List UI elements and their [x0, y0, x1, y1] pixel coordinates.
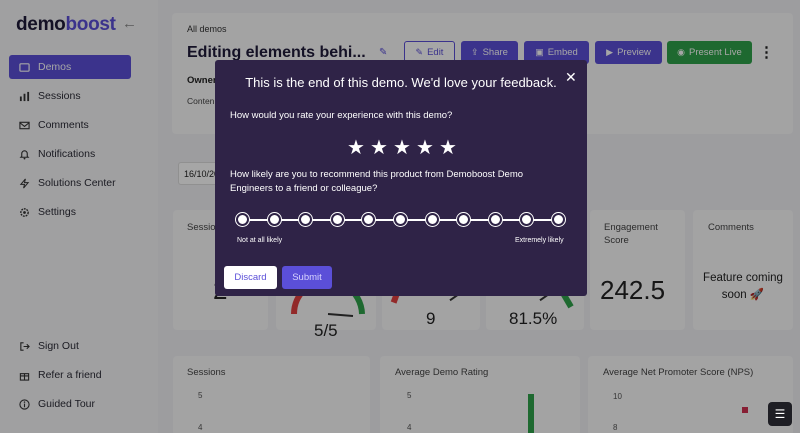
feedback-modal: This is the end of this demo. We'd love … — [215, 60, 587, 296]
nps-question: How likely are you to recommend this pro… — [230, 169, 524, 194]
discard-button[interactable]: Discard — [224, 266, 277, 289]
nps-option[interactable] — [457, 213, 471, 226]
star-icon[interactable]: ★ — [438, 135, 458, 160]
submit-button[interactable]: Submit — [282, 266, 332, 289]
close-icon[interactable]: ✕ — [565, 69, 577, 86]
star-icon[interactable]: ★ — [346, 135, 366, 160]
rating-question: How would you rate your experience with … — [230, 110, 453, 121]
nps-high-label: Extremely likely — [515, 237, 564, 244]
nps-option[interactable] — [520, 213, 534, 226]
nps-option[interactable] — [394, 213, 407, 226]
nps-option[interactable] — [299, 213, 313, 226]
nps-option[interactable] — [267, 213, 281, 226]
star-icon[interactable]: ★ — [392, 135, 412, 160]
modal-title: This is the end of this demo. We'd love … — [245, 75, 557, 90]
nps-low-label: Not at all likely — [237, 237, 283, 244]
star-icon[interactable]: ★ — [369, 135, 389, 160]
menu-icon[interactable]: ☰ — [768, 402, 792, 426]
nps-option[interactable] — [488, 213, 502, 226]
nps-option[interactable] — [425, 213, 439, 226]
star-rating[interactable]: ★ ★ ★ ★ ★ — [346, 135, 461, 160]
nps-option[interactable] — [236, 213, 249, 226]
nps-option[interactable] — [362, 213, 376, 226]
star-icon[interactable]: ★ — [415, 135, 435, 160]
nps-option[interactable] — [330, 213, 344, 226]
nps-option[interactable] — [552, 213, 565, 226]
